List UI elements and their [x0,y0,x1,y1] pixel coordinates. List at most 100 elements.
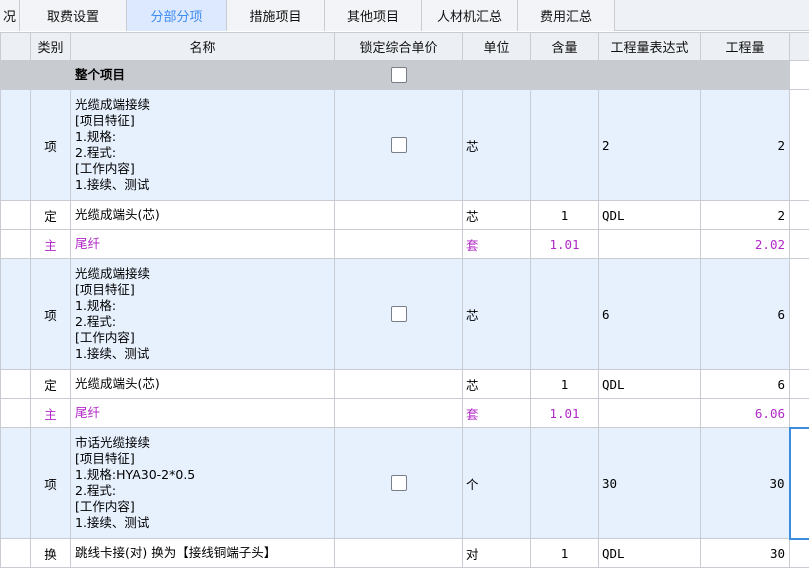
name-cell[interactable]: 光缆成端头(芯) [70,369,335,399]
column-header-quantity[interactable]: 工程量 [700,32,790,61]
column-header-category[interactable]: 类别 [30,32,71,61]
content-cell[interactable] [530,427,599,539]
column-header-expression[interactable]: 工程量表达式 [598,32,701,61]
content-cell[interactable]: 1 [530,369,599,399]
content-cell[interactable] [530,258,599,370]
unit-cell[interactable]: 芯 [462,89,531,201]
tab-labor-material[interactable]: 人材机汇总 [422,0,518,31]
expression-cell[interactable]: 6 [598,258,701,370]
quantity-cell[interactable]: 6.06 [700,398,790,428]
quantity-cell[interactable]: 6 [700,258,790,370]
table-row[interactable]: 换跳线卡接(对) 换为【接线铜端子头】 对 1 QDL 30 [0,538,809,568]
table-row[interactable]: 整个项目 [0,60,809,90]
expression-cell[interactable]: QDL [598,200,701,230]
quantity-cell[interactable]: 2 [700,200,790,230]
name-cell[interactable]: 光缆成端接续 [项目特征] 1.规格: 2.程式: [工作内容] 1.接续、测试 [70,258,335,370]
tab-sections[interactable]: 分部分项 [127,0,227,31]
category-cell[interactable]: 项 [30,258,71,370]
table-row[interactable]: 定光缆成端头(芯) 芯 1 QDL 6 [0,369,809,399]
name-cell[interactable]: 整个项目 [70,60,335,90]
expression-cell[interactable]: QDL [598,369,701,399]
row-number-cell[interactable] [0,229,31,259]
lock-price-checkbox[interactable] [390,137,407,154]
quantity-cell[interactable]: 30 [700,427,790,539]
column-header-lock-price[interactable]: 锁定综合单价 [334,32,463,61]
unit-cell[interactable]: 芯 [462,369,531,399]
row-number-cell[interactable] [0,60,31,90]
extra-cell[interactable] [789,538,809,568]
extra-cell[interactable] [789,229,809,259]
name-cell[interactable]: 市话光缆接续 [项目特征] 1.规格:HYA30-2*0.5 2.程式: [工作内容] 1… [70,427,335,539]
category-cell[interactable] [30,60,71,90]
name-cell[interactable]: 尾纤 [70,398,335,428]
unit-cell[interactable]: 套 [462,398,531,428]
category-cell[interactable]: 定 [30,369,71,399]
unit-cell[interactable]: 个 [462,427,531,539]
tab-fee-settings[interactable]: 取费设置 [20,0,127,31]
column-header-name[interactable]: 名称 [70,32,335,61]
table-row[interactable]: 主尾纤 套 1.01 6.06 [0,398,809,428]
row-number-cell[interactable] [0,398,31,428]
extra-cell[interactable] [789,258,809,370]
expression-cell[interactable]: QDL [598,538,701,568]
table-row[interactable]: 项市话光缆接续 [项目特征] 1.规格:HYA30-2*0.5 2.程式: [工作内容]… [0,426,809,540]
extra-cell[interactable] [789,60,809,90]
category-cell[interactable]: 项 [30,89,71,201]
category-cell[interactable]: 主 [30,398,71,428]
lock-price-checkbox[interactable] [390,475,407,492]
row-number-cell[interactable] [0,200,31,230]
name-cell[interactable]: 跳线卡接(对) 换为【接线铜端子头】 [70,538,335,568]
row-number-cell[interactable] [0,369,31,399]
category-cell[interactable]: 换 [30,538,71,568]
content-cell[interactable] [530,60,599,90]
content-cell[interactable]: 1.01 [530,229,599,259]
table-row[interactable]: 定光缆成端头(芯) 芯 1 QDL 2 [0,200,809,230]
column-header-unit[interactable]: 单位 [462,32,531,61]
name-cell[interactable]: 尾纤 [70,229,335,259]
row-number-cell[interactable] [0,258,31,370]
lock-price-checkbox[interactable] [390,67,407,84]
content-cell[interactable] [530,89,599,201]
expression-cell[interactable] [598,398,701,428]
content-cell[interactable]: 1 [530,538,599,568]
name-cell[interactable]: 光缆成端接续 [项目特征] 1.规格: 2.程式: [工作内容] 1.接续、测试 [70,89,335,201]
expression-cell[interactable]: 2 [598,89,701,201]
row-number-cell[interactable] [0,89,31,201]
category-cell[interactable]: 定 [30,200,71,230]
column-header-content[interactable]: 含量 [530,32,599,61]
table-row[interactable]: 主尾纤 套 1.01 2.02 [0,229,809,259]
unit-cell[interactable]: 芯 [462,258,531,370]
extra-cell[interactable] [789,89,809,201]
row-number-cell[interactable] [0,538,31,568]
category-cell[interactable]: 主 [30,229,71,259]
quantity-cell[interactable]: 2.02 [700,229,790,259]
row-number-cell[interactable] [0,427,31,539]
lock-price-checkbox[interactable] [390,306,407,323]
unit-cell[interactable]: 套 [462,229,531,259]
quantity-cell[interactable]: 30 [700,538,790,568]
name-cell[interactable]: 光缆成端头(芯) [70,200,335,230]
tab-other[interactable]: 其他项目 [325,0,422,31]
expression-cell[interactable] [598,229,701,259]
content-cell[interactable]: 1 [530,200,599,230]
quantity-cell[interactable] [700,60,790,90]
tab-partial[interactable]: 况 [0,0,20,31]
quantity-cell[interactable]: 2 [700,89,790,201]
table-row[interactable]: 项光缆成端接续 [项目特征] 1.规格: 2.程式: [工作内容] 1.接续、测试芯 6 6 [0,258,809,370]
extra-cell[interactable] [789,398,809,428]
extra-cell[interactable] [789,200,809,230]
extra-cell[interactable] [788,426,809,540]
quantity-cell[interactable]: 6 [700,369,790,399]
expression-cell[interactable]: 30 [598,427,701,539]
extra-cell[interactable] [789,369,809,399]
unit-cell[interactable]: 对 [462,538,531,568]
unit-cell[interactable]: 芯 [462,200,531,230]
tab-measures[interactable]: 措施项目 [227,0,325,31]
table-row[interactable]: 项光缆成端接续 [项目特征] 1.规格: 2.程式: [工作内容] 1.接续、测试芯 2 2 [0,89,809,201]
unit-cell[interactable] [462,60,531,90]
tab-cost-summary[interactable]: 费用汇总 [518,0,615,31]
expression-cell[interactable] [598,60,701,90]
content-cell[interactable]: 1.01 [530,398,599,428]
category-cell[interactable]: 项 [30,427,71,539]
column-header-extra[interactable] [789,32,809,61]
